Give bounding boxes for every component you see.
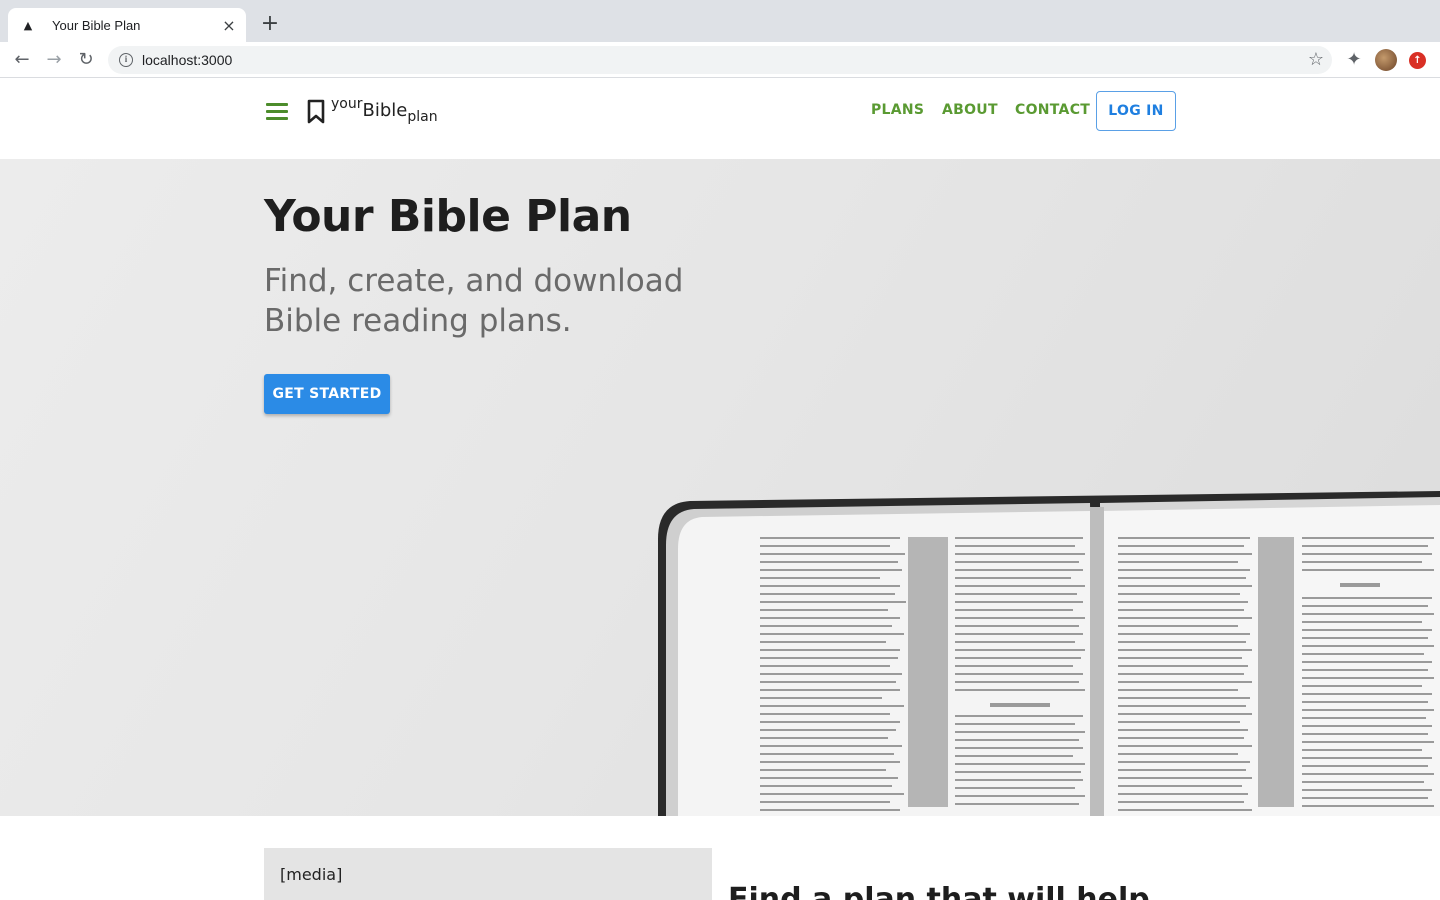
intro-section: [media] Find a plan that will help xyxy=(0,816,1440,900)
nav-contact[interactable]: CONTACT xyxy=(1015,102,1090,118)
puzzle-icon[interactable]: ✦ xyxy=(1343,49,1365,70)
bookmark-icon xyxy=(307,99,325,124)
section-heading: Find a plan that will help xyxy=(728,882,1150,900)
page: your Bible plan PLANS ABOUT CONTACT LOG … xyxy=(0,79,1440,900)
login-button[interactable]: LOG IN xyxy=(1096,91,1176,131)
logo-your: your xyxy=(331,96,363,112)
hero-subtitle: Find, create, and download Bible reading… xyxy=(264,263,684,339)
back-arrow-icon[interactable]: ← xyxy=(10,48,34,72)
hero-section: Your Bible Plan Find, create, and downlo… xyxy=(0,159,1440,816)
close-icon[interactable]: × xyxy=(220,16,238,35)
forward-arrow-icon[interactable]: → xyxy=(42,48,66,72)
nav-about[interactable]: ABOUT xyxy=(942,102,998,118)
get-started-button[interactable]: GET STARTED xyxy=(264,374,390,414)
logo-plan: plan xyxy=(407,109,438,125)
browser-tab-strip: ▲ Your Bible Plan × + xyxy=(0,0,1440,42)
hamburger-menu-icon[interactable] xyxy=(266,103,288,120)
logo-bible: Bible xyxy=(362,100,408,121)
hero-title: Your Bible Plan xyxy=(264,191,632,242)
update-icon[interactable]: ↑ xyxy=(1409,52,1426,69)
site-header: your Bible plan PLANS ABOUT CONTACT LOG … xyxy=(0,79,1440,159)
media-label: [media] xyxy=(280,865,343,884)
info-icon[interactable]: i xyxy=(119,53,133,67)
avatar[interactable] xyxy=(1375,49,1397,71)
nav-plans[interactable]: PLANS xyxy=(871,102,924,118)
triangle-icon: ▲ xyxy=(23,18,33,32)
media-placeholder: [media] xyxy=(264,848,712,900)
reload-icon[interactable]: ↻ xyxy=(74,48,98,72)
new-tab-button[interactable]: + xyxy=(259,13,281,35)
open-bible-image xyxy=(658,491,1440,816)
browser-toolbar: ← → ↻ i localhost:3000 ☆ xyxy=(0,42,1440,78)
star-icon[interactable]: ☆ xyxy=(1308,49,1324,70)
browser-tab[interactable]: ▲ Your Bible Plan × xyxy=(8,8,246,42)
url-text[interactable]: localhost:3000 xyxy=(142,52,232,68)
address-bar[interactable]: i localhost:3000 ☆ xyxy=(108,46,1332,74)
site-logo[interactable]: your Bible plan xyxy=(306,96,438,129)
tab-title: Your Bible Plan xyxy=(52,17,141,33)
